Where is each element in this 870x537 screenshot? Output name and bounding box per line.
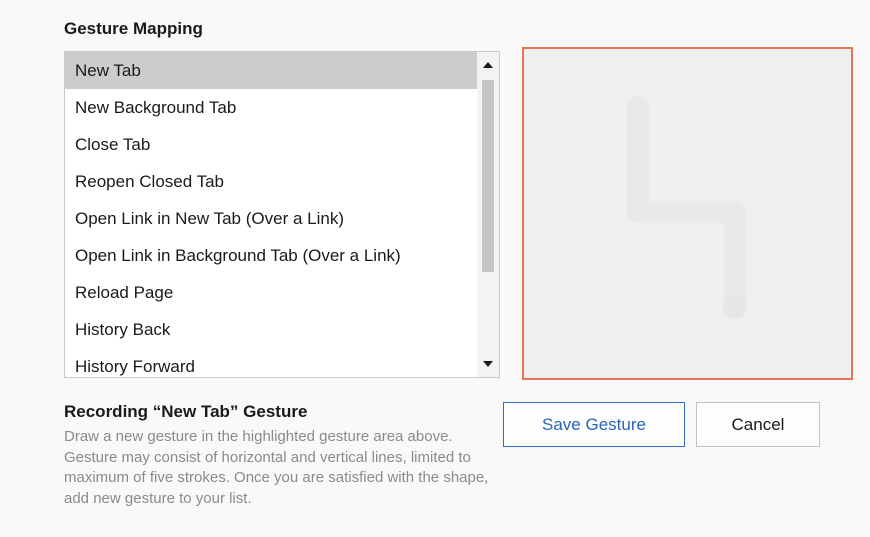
list-item-open-link-new-tab[interactable]: Open Link in New Tab (Over a Link) [65, 200, 477, 237]
list-item-reload-page[interactable]: Reload Page [65, 274, 477, 311]
gesture-listbox[interactable]: New Tab New Background Tab Close Tab Reo… [64, 51, 500, 378]
gesture-list-items: New Tab New Background Tab Close Tab Reo… [65, 52, 477, 377]
list-item-new-background-tab[interactable]: New Background Tab [65, 89, 477, 126]
scroll-down-button[interactable] [477, 353, 499, 375]
save-gesture-button[interactable]: Save Gesture [503, 402, 685, 447]
gesture-preview-shape [627, 96, 747, 319]
list-item-history-forward[interactable]: History Forward [65, 348, 477, 377]
gesture-settings-panel: Gesture Mapping New Tab New Background T… [0, 0, 870, 537]
scroll-thumb[interactable] [482, 80, 494, 272]
list-item-new-tab[interactable]: New Tab [65, 52, 477, 89]
list-item-open-link-background-tab[interactable]: Open Link in Background Tab (Over a Link… [65, 237, 477, 274]
list-item-history-back[interactable]: History Back [65, 311, 477, 348]
gesture-drawing-area[interactable] [522, 47, 853, 380]
scroll-up-button[interactable] [477, 54, 499, 76]
cancel-button[interactable]: Cancel [696, 402, 820, 447]
recording-description: Draw a new gesture in the highlighted ge… [64, 428, 489, 507]
list-item-close-tab[interactable]: Close Tab [65, 126, 477, 163]
section-title: Gesture Mapping [64, 19, 203, 38]
chevron-up-icon [483, 62, 493, 68]
list-scrollbar[interactable] [477, 52, 499, 377]
chevron-down-icon [483, 361, 493, 367]
list-item-reopen-closed-tab[interactable]: Reopen Closed Tab [65, 163, 477, 200]
recording-title: Recording “New Tab” Gesture [64, 402, 308, 421]
